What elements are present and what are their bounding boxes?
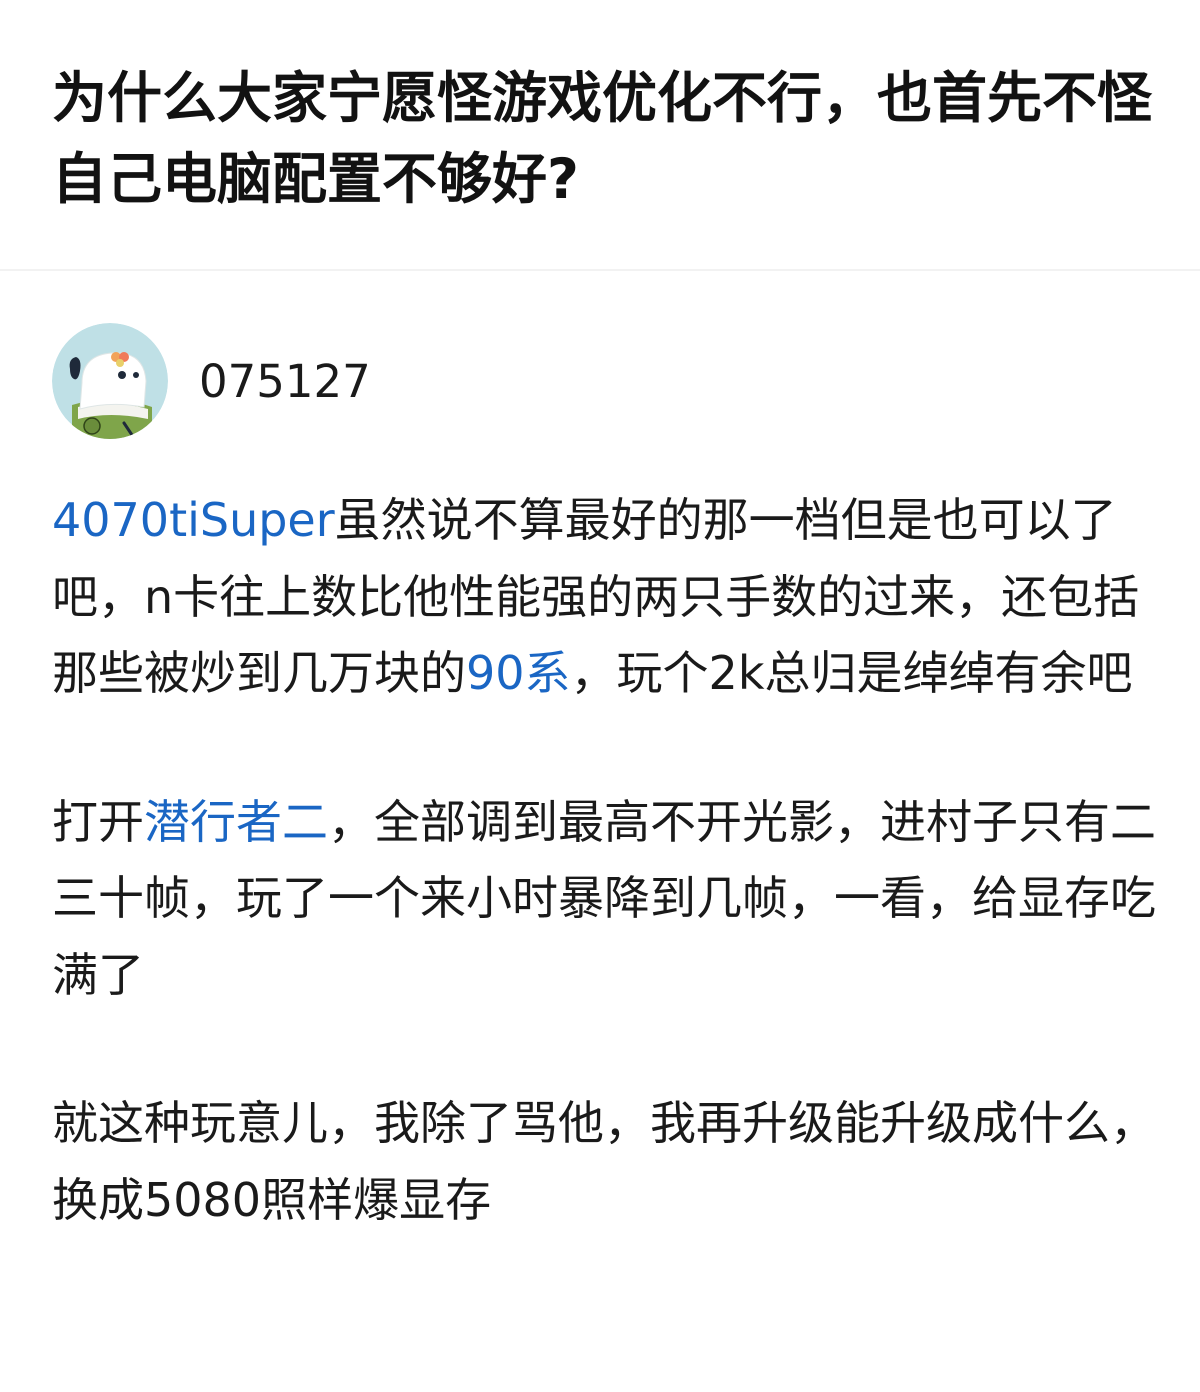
answer-content: 4070tiSuper虽然说不算最好的那一档但是也可以了吧，n卡往上数比他性能强… <box>52 482 1162 1310</box>
author-info[interactable]: 075127 <box>52 323 371 439</box>
answer-paragraph: 打开潜行者二，全部调到最高不开光影，进村子只有二三十帧，玩了一个来小时暴降到几帧… <box>52 784 1162 1014</box>
keyword-link[interactable]: 90系 <box>466 646 571 700</box>
divider <box>0 269 1200 271</box>
author-name[interactable]: 075127 <box>199 355 371 408</box>
keyword-link[interactable]: 4070tiSuper <box>52 493 335 547</box>
question-title: 为什么大家宁愿怪游戏优化不行，也首先不怪自己电脑配置不够好? <box>52 66 1153 211</box>
cartoon-dog-avatar-icon[interactable] <box>52 323 168 439</box>
keyword-link[interactable]: 潜行者二 <box>144 795 328 849</box>
paragraph-text: 就这种玩意儿，我除了骂他，我再升级能升级成什么，换成5080照样爆显存 <box>52 1096 1156 1227</box>
paragraph-text: 打开 <box>52 794 144 849</box>
answer-paragraph: 4070tiSuper虽然说不算最好的那一档但是也可以了吧，n卡往上数比他性能强… <box>52 482 1162 712</box>
answer-paragraph: 就这种玩意儿，我除了骂他，我再升级能升级成什么，换成5080照样爆显存 <box>52 1085 1162 1238</box>
paragraph-text: ，玩个2k总归是绰绰有余吧 <box>570 646 1133 700</box>
